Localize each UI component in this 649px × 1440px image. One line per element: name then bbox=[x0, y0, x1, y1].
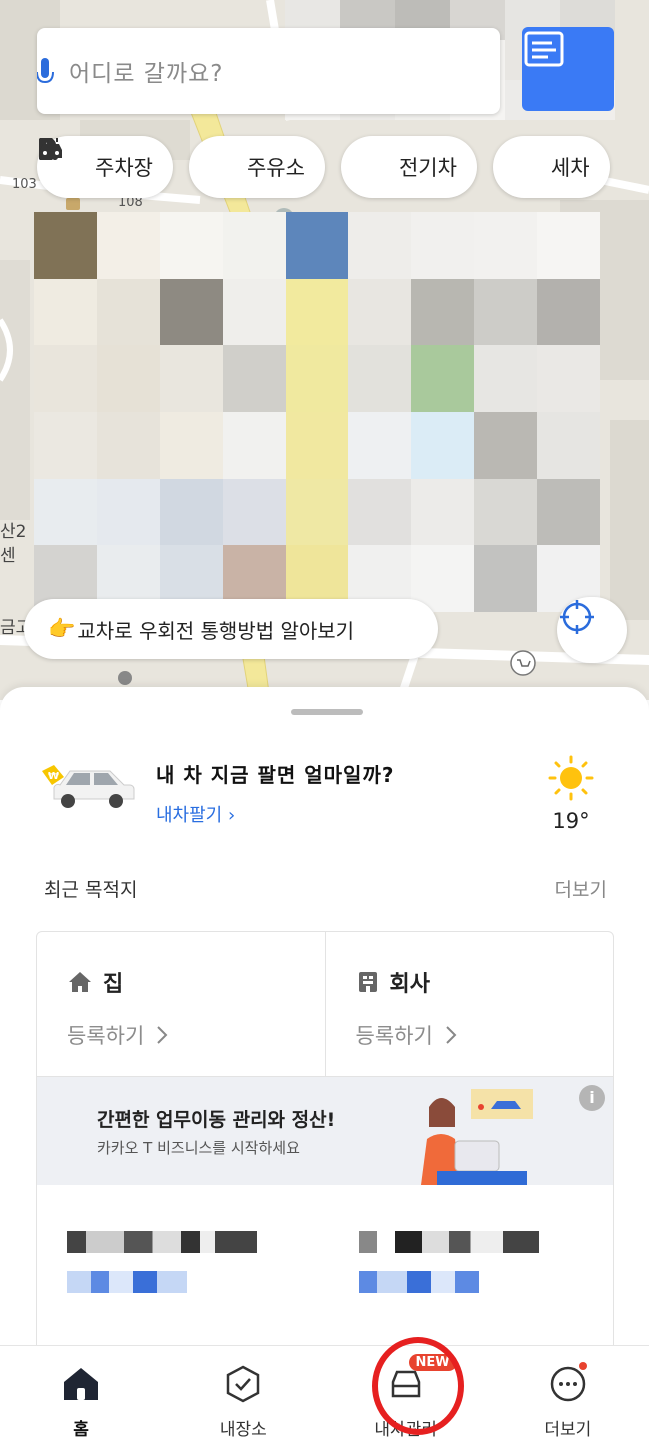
gas-station-icon bbox=[39, 138, 237, 180]
nav-label: 홈 bbox=[73, 1420, 89, 1440]
current-location-button[interactable] bbox=[557, 597, 627, 663]
pointing-hand-icon: 👉 bbox=[48, 616, 76, 642]
chevron-right-icon bbox=[446, 1026, 457, 1044]
nav-label: 더보기 bbox=[544, 1420, 592, 1440]
chip-label: 주차장 bbox=[95, 156, 153, 180]
car-price-icon: ₩ bbox=[42, 765, 135, 808]
won-badge: ₩ bbox=[48, 771, 59, 782]
nav-more[interactable]: 더보기 bbox=[487, 1346, 649, 1440]
chip-ev-charger[interactable]: 전기차 bbox=[39, 136, 477, 198]
temperature: 19° bbox=[552, 809, 590, 833]
map-view[interactable]: 103 108 산2 센 금고 어디로 갈까요? 주차장 주유소 전기차 세차 … bbox=[0, 0, 649, 700]
building-icon bbox=[358, 972, 377, 992]
microphone-icon[interactable] bbox=[37, 56, 55, 86]
business-title: 간편한 업무이동 관리와 정산! bbox=[97, 1109, 336, 1131]
chevron-right-icon bbox=[157, 1026, 168, 1044]
notification-dot bbox=[578, 1362, 587, 1370]
sell-car-promo[interactable]: ₩ 내 차 지금 팔면 얼마일까? 내차팔기 › 19° bbox=[40, 755, 610, 837]
ev-charger-icon bbox=[39, 138, 389, 180]
chip-label: 주유소 bbox=[246, 156, 305, 180]
recent-more-link[interactable]: 더보기 bbox=[555, 875, 607, 902]
map-side-text-1: 산2 bbox=[0, 522, 27, 542]
sheet-handle[interactable] bbox=[291, 709, 363, 715]
place-company[interactable]: 회사 등록하기 bbox=[324, 932, 614, 1076]
promo-title: 내 차 지금 팔면 얼마일까? bbox=[156, 763, 395, 787]
info-icon[interactable]: i bbox=[579, 1085, 605, 1111]
destinations-card: 집 등록하기 회사 등록하기 간편한 업무이동 관리와 정산! 카카오 T 비즈… bbox=[36, 931, 614, 1351]
nav-home[interactable]: 홈 bbox=[0, 1346, 162, 1440]
car-wash-icon bbox=[40, 138, 541, 180]
chip-gas-station[interactable]: 주유소 bbox=[39, 136, 325, 198]
notice-banner[interactable]: 👉 교차로 우회전 통행방법 알아보기 bbox=[24, 599, 438, 659]
chip-label: 전기차 bbox=[398, 156, 457, 180]
menu-icon bbox=[524, 31, 564, 67]
map-side-text-2: 센 bbox=[0, 546, 16, 566]
crosshair-icon bbox=[560, 600, 594, 634]
nav-label: 내장소 bbox=[219, 1420, 267, 1440]
register-label: 등록하기 bbox=[355, 1024, 433, 1048]
place-name: 집 bbox=[103, 972, 124, 997]
search-bar[interactable]: 어디로 갈까요? bbox=[37, 28, 500, 114]
notice-text: 교차로 우회전 통행방법 알아보기 bbox=[77, 618, 355, 643]
blurred-business-list bbox=[37, 1185, 613, 1350]
recent-destinations-title: 최근 목적지 bbox=[44, 879, 138, 901]
nav-my-places[interactable]: 내장소 bbox=[162, 1346, 324, 1440]
business-banner[interactable]: 간편한 업무이동 관리와 정산! 카카오 T 비즈니스를 시작하세요 i bbox=[37, 1077, 613, 1185]
business-subtitle: 카카오 T 비즈니스를 시작하세요 bbox=[97, 1139, 300, 1157]
category-chips: 주차장 주유소 전기차 세차 bbox=[37, 136, 610, 198]
menu-button[interactable] bbox=[522, 27, 614, 111]
home-icon bbox=[69, 972, 91, 992]
place-name: 회사 bbox=[389, 972, 430, 997]
check-shield-icon bbox=[223, 1364, 263, 1403]
weather-widget: 19° bbox=[548, 755, 594, 833]
place-home[interactable]: 집 등록하기 bbox=[37, 932, 325, 1076]
search-placeholder: 어디로 갈까요? bbox=[69, 61, 224, 87]
highlight-circle bbox=[372, 1337, 464, 1435]
register-label: 등록하기 bbox=[67, 1024, 145, 1048]
map-label-103: 103 bbox=[12, 177, 37, 192]
blurred-map-area bbox=[34, 212, 600, 612]
bottom-navigation: 홈 내장소 NEW 내차관리 더보기 bbox=[0, 1345, 649, 1440]
chip-car-wash[interactable]: 세차 bbox=[40, 136, 610, 198]
sell-car-link[interactable]: 내차팔기 › bbox=[156, 801, 235, 827]
home-icon bbox=[61, 1364, 101, 1403]
chip-label: 세차 bbox=[550, 156, 590, 180]
bottom-sheet[interactable]: ₩ 내 차 지금 팔면 얼마일까? 내차팔기 › 19° 최근 목적지 더보기 bbox=[0, 687, 649, 1351]
business-illustration bbox=[421, 1089, 533, 1185]
sun-icon bbox=[548, 755, 594, 801]
